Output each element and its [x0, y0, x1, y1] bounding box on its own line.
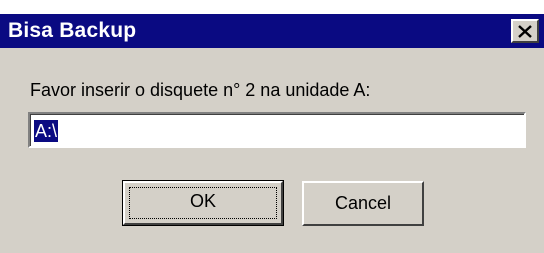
path-input[interactable]: A:\ — [28, 112, 526, 148]
cancel-button-label: Cancel — [334, 193, 392, 213]
ok-button[interactable]: OK — [122, 180, 284, 226]
dialog-window: Bisa Backup Favor inserir o disquete n° … — [0, 0, 544, 253]
path-input-inner: A:\ — [30, 114, 524, 146]
window-title: Bisa Backup — [8, 19, 137, 42]
top-strip — [0, 0, 544, 14]
path-input-value[interactable]: A:\ — [34, 120, 59, 142]
title-bar[interactable]: Bisa Backup — [0, 14, 544, 48]
close-button[interactable] — [511, 19, 539, 43]
cancel-button[interactable]: Cancel — [302, 181, 424, 226]
close-x-icon — [518, 25, 532, 38]
prompt-label: Favor inserir o disquete n° 2 na unidade… — [30, 80, 371, 100]
ok-button-label: OK — [189, 191, 216, 211]
